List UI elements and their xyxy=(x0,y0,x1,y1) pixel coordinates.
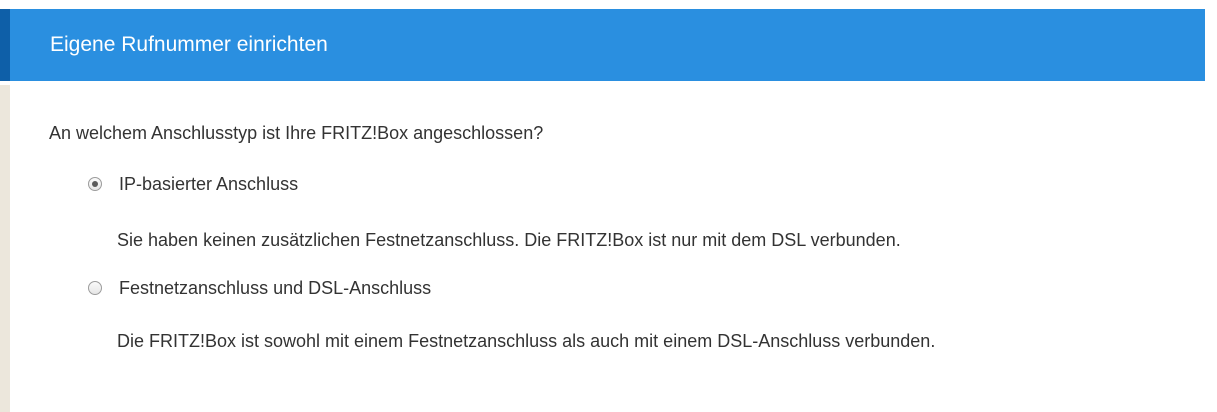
option-landline-dsl[interactable]: Festnetzanschluss und DSL-Anschluss xyxy=(88,276,431,300)
radio-landline-dsl[interactable] xyxy=(88,281,102,295)
option-ip-based[interactable]: IP-basierter Anschluss xyxy=(88,172,298,196)
page: Eigene Rufnummer einrichten An welchem A… xyxy=(0,0,1217,412)
option-ip-based-label[interactable]: IP-basierter Anschluss xyxy=(119,172,298,196)
radio-ip-based[interactable] xyxy=(88,177,102,191)
connection-type-question: An welchem Anschlusstyp ist Ihre FRITZ!B… xyxy=(49,123,544,143)
option-ip-based-description: Sie haben keinen zusätzlichen Festnetzan… xyxy=(117,230,901,250)
option-landline-dsl-label[interactable]: Festnetzanschluss und DSL-Anschluss xyxy=(119,276,431,300)
page-title: Eigene Rufnummer einrichten xyxy=(50,33,328,56)
option-landline-dsl-description: Die FRITZ!Box ist sowohl mit einem Festn… xyxy=(117,331,936,351)
header-bar: Eigene Rufnummer einrichten xyxy=(0,9,1205,81)
left-rail xyxy=(0,85,10,412)
